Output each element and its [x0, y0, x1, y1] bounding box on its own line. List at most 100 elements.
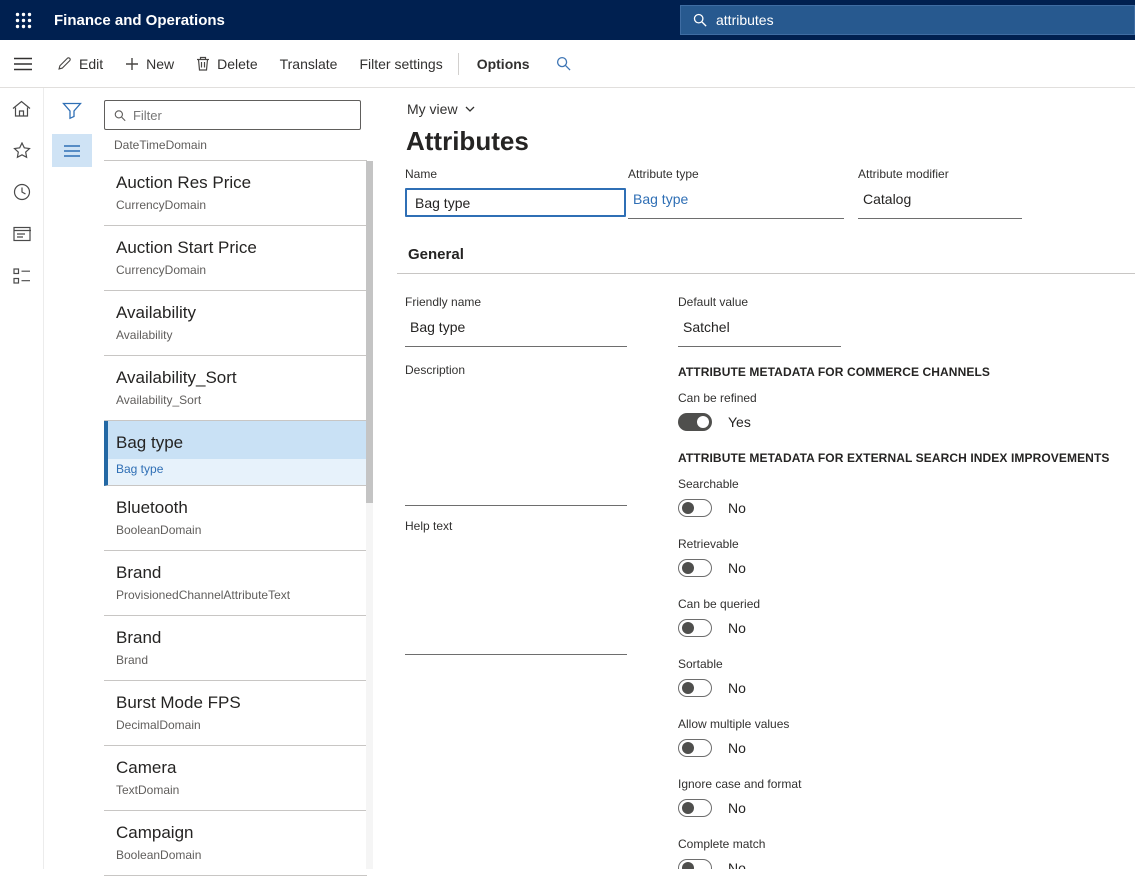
toggle-state-text: No [728, 860, 746, 869]
list-item[interactable]: Burst Mode FPS DecimalDomain [104, 681, 367, 746]
toggle-field: Sortable No [678, 657, 1135, 697]
global-search-box[interactable]: attributes [680, 5, 1135, 35]
toggle-state-text: No [728, 740, 746, 756]
commerce-metadata-heading: ATTRIBUTE METADATA FOR COMMERCE CHANNELS [678, 365, 1135, 379]
toggle-switch[interactable] [678, 799, 712, 817]
filter-funnel-button[interactable] [54, 96, 90, 126]
list-item-title: Auction Res Price [104, 161, 367, 193]
left-nav-rail [0, 88, 44, 869]
show-list-button[interactable] [52, 134, 92, 167]
translate-button[interactable]: Translate [269, 40, 349, 87]
view-selector[interactable]: My view [397, 100, 475, 118]
list-item[interactable]: Auction Res Price CurrencyDomain [104, 161, 367, 226]
workspaces-form-icon[interactable] [11, 224, 33, 244]
list-filter-input[interactable] [133, 108, 351, 123]
list-item[interactable]: Camera TextDomain [104, 746, 367, 811]
translate-button-label: Translate [280, 56, 338, 72]
list-item-subtitle: ProvisionedChannelAttributeText [104, 583, 367, 602]
list-scrollbar[interactable] [366, 161, 373, 869]
toggle-state-text: No [728, 620, 746, 636]
name-input[interactable] [405, 188, 626, 217]
app-title[interactable]: Finance and Operations [54, 12, 225, 29]
filter-settings-button[interactable]: Filter settings [348, 40, 453, 87]
toggle-switch[interactable] [678, 679, 712, 697]
toggle-switch[interactable] [678, 619, 712, 637]
list-item[interactable]: Campaign BooleanDomain [104, 811, 367, 876]
delete-button[interactable]: Delete [185, 40, 268, 87]
list-item-title: Availability [104, 291, 367, 323]
name-field-group: Name [405, 167, 628, 219]
toggle-knob [682, 562, 694, 574]
help-text-label: Help text [405, 519, 678, 533]
description-field[interactable] [405, 384, 627, 506]
toggle-switch[interactable] [678, 413, 712, 431]
nav-menu-button[interactable] [0, 40, 46, 87]
options-menu-button[interactable]: Options [463, 40, 544, 87]
list-item-subtitle: CurrencyDomain [104, 258, 367, 277]
favorites-star-icon[interactable] [11, 140, 33, 160]
description-label: Description [405, 363, 678, 377]
list-item[interactable]: Availability_Sort Availability_Sort [104, 356, 367, 421]
global-search-value: attributes [716, 12, 774, 28]
edit-pencil-icon [57, 56, 72, 71]
list-lines-icon [64, 145, 80, 157]
search-icon [114, 109, 126, 122]
scrollbar-thumb[interactable] [366, 161, 373, 503]
new-button[interactable]: New [114, 40, 185, 87]
general-section-body: Friendly name Bag type Description Help … [397, 295, 1135, 869]
list-item-subtitle: TextDomain [104, 778, 367, 797]
default-value-label: Default value [678, 295, 1135, 309]
new-button-label: New [146, 56, 174, 72]
toggle-field: Searchable No [678, 477, 1135, 517]
filter-column [44, 88, 100, 869]
list-item[interactable]: Brand Brand [104, 616, 367, 681]
list-item[interactable]: Auction Start Price CurrencyDomain [104, 226, 367, 291]
toggle-knob [682, 502, 694, 514]
section-header-general[interactable]: General [397, 246, 1135, 274]
help-text-field[interactable] [405, 540, 627, 655]
records-list: Auction Res Price CurrencyDomain Auction… [104, 161, 367, 876]
attribute-type-label: Attribute type [628, 167, 858, 181]
default-value-field[interactable]: Satchel [678, 316, 841, 347]
search-icon [556, 56, 571, 71]
list-item[interactable]: Bluetooth BooleanDomain [104, 486, 367, 551]
home-icon[interactable] [11, 98, 33, 118]
attribute-type-link[interactable]: Bag type [628, 188, 844, 219]
toggle-switch[interactable] [678, 499, 712, 517]
toggle-field: Ignore case and format No [678, 777, 1135, 817]
friendly-name-label: Friendly name [405, 295, 678, 309]
list-item-subtitle: BooleanDomain [104, 843, 367, 862]
list-item-subtitle: Brand [104, 648, 367, 667]
list-item[interactable]: Brand ProvisionedChannelAttributeText [104, 551, 367, 616]
list-item-title: Bluetooth [104, 486, 367, 518]
records-list-panel: DateTimeDomain Auction Res Price Currenc… [100, 88, 373, 869]
toggle-row: Yes [678, 413, 1135, 431]
toggle-switch[interactable] [678, 739, 712, 757]
toolbar-search-button[interactable] [544, 40, 583, 87]
list-item-partial[interactable]: DateTimeDomain [104, 138, 367, 161]
toggle-row: No [678, 799, 1135, 817]
toggle-state-text: No [728, 500, 746, 516]
toggle-state-text: Yes [728, 414, 751, 430]
action-toolbar: Edit New Delete Translate Filter setting… [0, 40, 1135, 88]
toolbar-separator [458, 53, 459, 75]
list-item[interactable]: Availability Availability [104, 291, 367, 356]
search-toggle-group: Searchable No Retrievable No Can be quer… [678, 477, 1135, 869]
app-launcher-icon[interactable] [0, 0, 46, 40]
attribute-modifier-value[interactable]: Catalog [858, 188, 1022, 219]
toggle-switch[interactable] [678, 859, 712, 869]
toggle-label: Searchable [678, 477, 1135, 491]
toggle-switch[interactable] [678, 559, 712, 577]
recent-clock-icon[interactable] [11, 182, 33, 202]
toggle-state-text: No [728, 560, 746, 576]
toggle-label: Can be refined [678, 391, 1135, 405]
edit-button[interactable]: Edit [46, 40, 114, 87]
list-filter-box[interactable] [104, 100, 361, 130]
list-item[interactable]: Bag type Bag type [104, 421, 367, 486]
friendly-name-field[interactable]: Bag type [405, 316, 627, 347]
toggle-label: Can be queried [678, 597, 1135, 611]
toggle-label: Retrievable [678, 537, 1135, 551]
toggle-field: Retrievable No [678, 537, 1135, 577]
toggle-field: Can be refined Yes [678, 391, 1135, 431]
modules-sitemap-icon[interactable] [11, 266, 33, 286]
